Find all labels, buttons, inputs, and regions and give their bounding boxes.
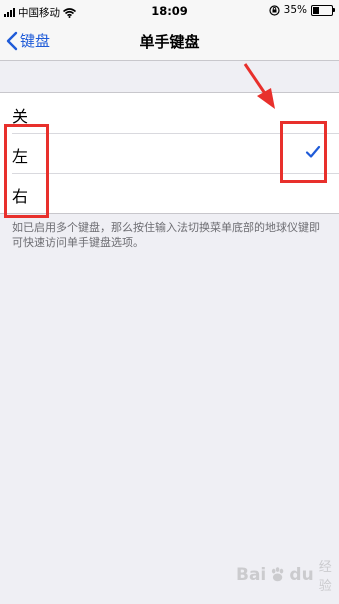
status-bar: 中国移动 18:09 35% — [0, 0, 339, 22]
watermark-brand-end: du — [289, 565, 314, 585]
footer-note: 如已启用多个键盘，那么按住输入法切换菜单底部的地球仪键即可快速访问单手键盘选项。 — [12, 221, 320, 249]
watermark-suffix: 经验 — [318, 560, 332, 594]
watermark-brand: Bai — [236, 565, 267, 585]
page-title: 单手键盘 — [139, 33, 200, 51]
battery-icon — [311, 4, 335, 16]
navigation-bar: 键盘 单手键盘 — [0, 22, 339, 61]
annotation-box-labels — [4, 124, 49, 218]
status-right: 35% — [269, 4, 335, 16]
baidu-paw-icon — [272, 567, 284, 582]
annotation-arrow — [243, 63, 275, 109]
annotation-box-checkmark — [280, 121, 327, 183]
battery-percent: 35% — [283, 4, 307, 16]
rotation-lock-icon — [269, 4, 280, 16]
baidu-watermark: Bai du 经验 — [236, 556, 339, 594]
